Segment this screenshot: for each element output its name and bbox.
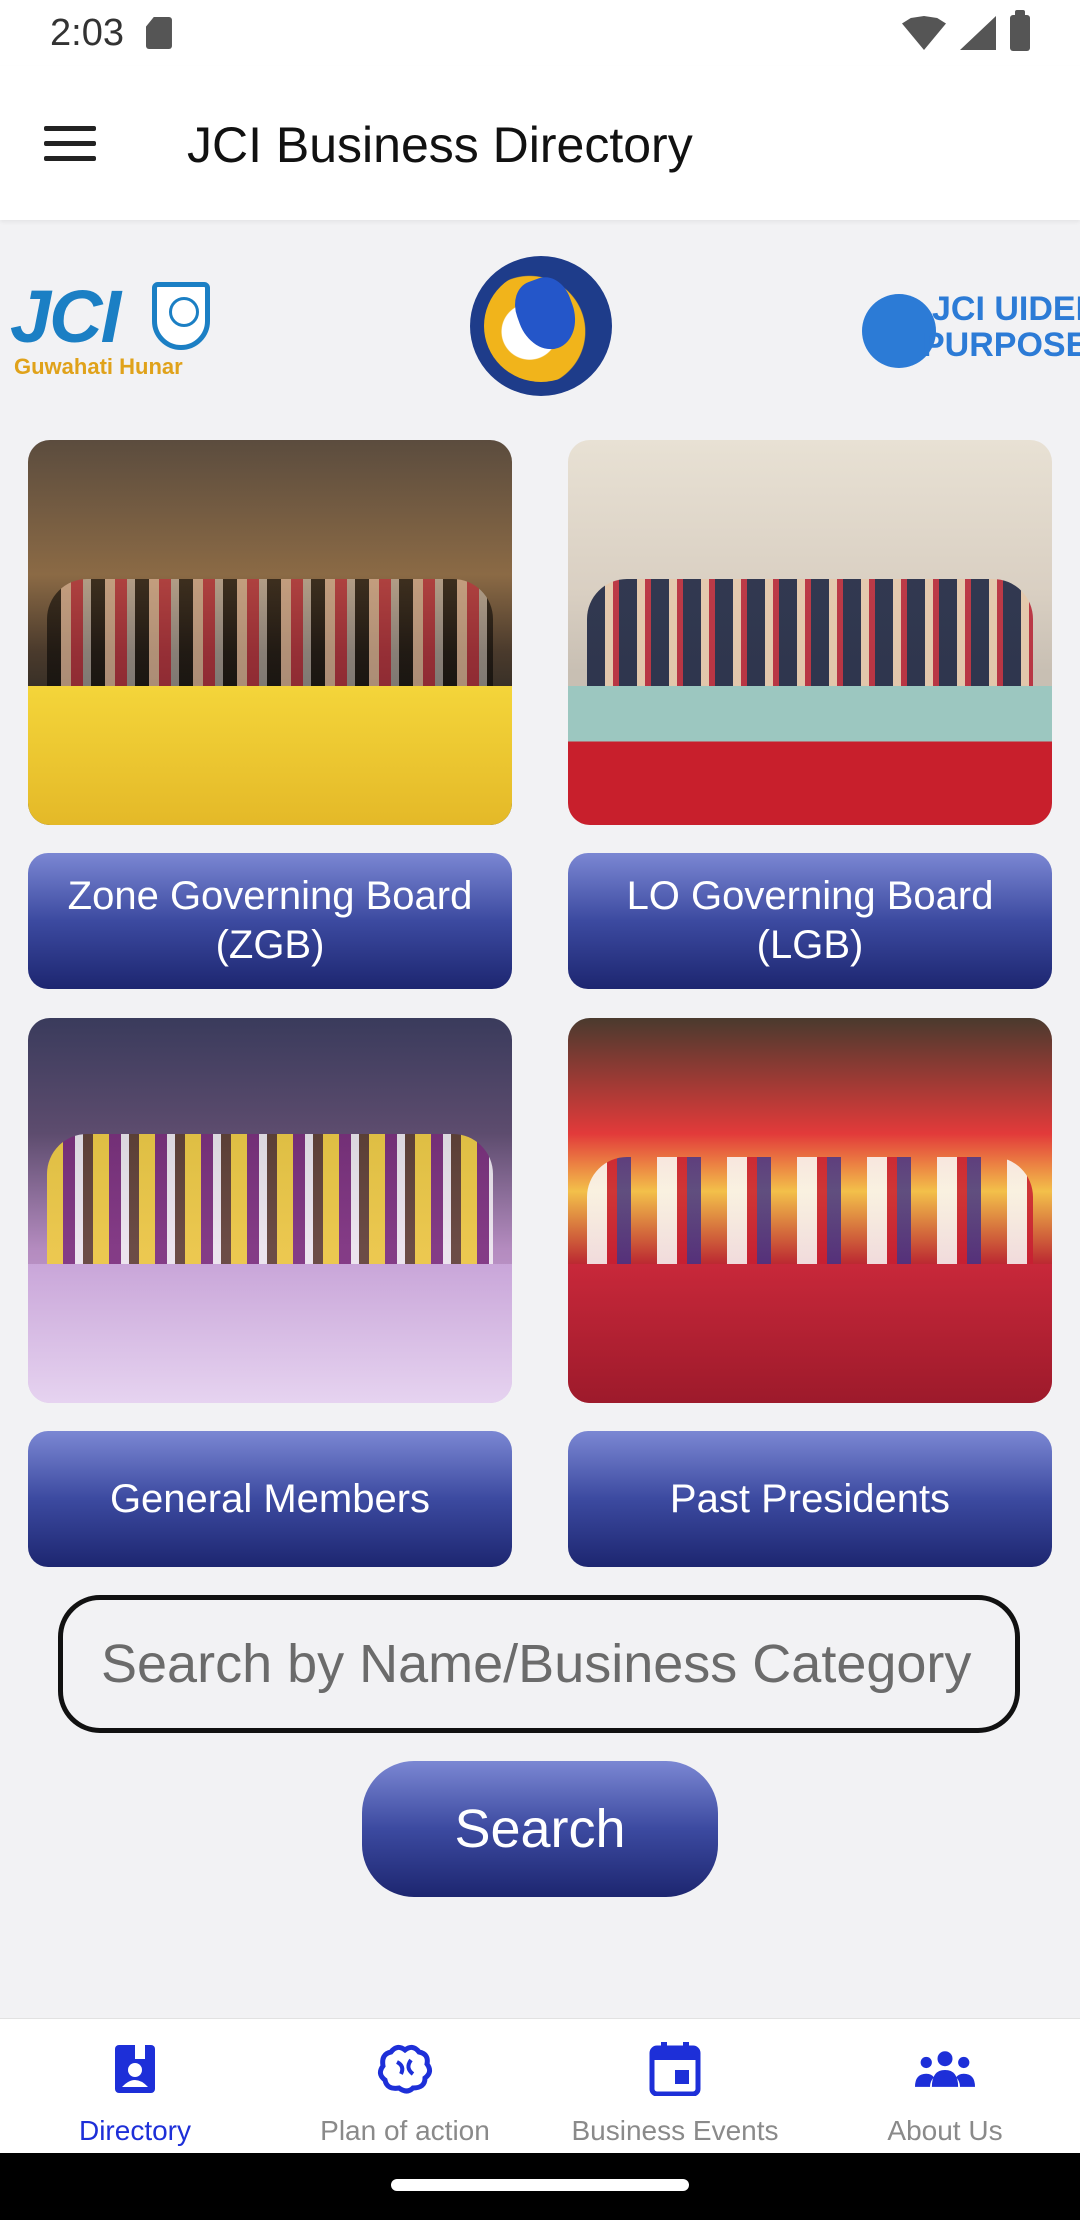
status-time-group: 2:03 xyxy=(50,12,172,55)
sd-card-icon xyxy=(145,17,172,49)
contact-book-icon xyxy=(105,2039,165,2099)
wifi-icon xyxy=(902,16,946,50)
zgb-photo[interactable] xyxy=(28,440,512,825)
lo-governing-board-button[interactable]: LO Governing Board (LGB) xyxy=(568,853,1052,989)
lgb-photo[interactable] xyxy=(568,440,1052,825)
brain-icon xyxy=(375,2039,435,2099)
group-people xyxy=(587,1156,1033,1280)
jci-logo-word: JCI xyxy=(10,275,121,358)
search-input[interactable] xyxy=(101,1633,977,1695)
jci-logo-subtitle: Guwahati Hunar xyxy=(14,354,183,379)
table-area xyxy=(28,686,512,825)
general-members-button[interactable]: General Members xyxy=(28,1431,512,1567)
nav-label-about-us: About Us xyxy=(887,2115,1003,2146)
floor-area xyxy=(28,1264,512,1403)
guided-by-purpose-logo: JCI UIDED·Y PURPOSE xyxy=(862,290,1080,370)
zone-governing-board-button[interactable]: Zone Governing Board (ZGB) xyxy=(28,853,512,989)
group-icon xyxy=(915,2039,975,2099)
status-bar: 2:03 xyxy=(0,0,1080,66)
cell-signal-icon xyxy=(960,16,996,50)
stage-area xyxy=(568,1264,1052,1403)
past-presidents-button[interactable]: Past Presidents xyxy=(568,1431,1052,1567)
past-presidents-photo[interactable] xyxy=(568,1018,1052,1403)
nav-item-plan-of-action[interactable]: Plan of action xyxy=(270,2019,540,2153)
status-time: 2:03 xyxy=(50,11,124,54)
nav-label-business-events: Business Events xyxy=(571,2115,779,2146)
together-we-care-emblem xyxy=(470,256,612,396)
jci-shield-icon xyxy=(152,282,210,350)
guided-by-purpose-line1: JCI UIDED·Y xyxy=(932,290,1080,328)
battery-icon xyxy=(1010,10,1030,51)
search-field-container xyxy=(58,1595,1020,1733)
group-people xyxy=(587,578,1033,702)
general-members-photo[interactable] xyxy=(28,1018,512,1403)
hamburger-menu-icon[interactable] xyxy=(44,126,96,162)
home-gesture-pill[interactable] xyxy=(391,2179,689,2191)
guided-by-purpose-line2: PURPOSE xyxy=(922,326,1080,364)
nav-item-business-events[interactable]: Business Events xyxy=(540,2019,810,2153)
page-title: JCI Business Directory xyxy=(187,117,693,173)
app-bar: JCI Business Directory xyxy=(0,66,1080,220)
system-navigation-bar xyxy=(0,2153,1080,2220)
nav-item-about-us[interactable]: About Us xyxy=(810,2019,1080,2153)
table-area xyxy=(568,686,1052,825)
bottom-navigation: Directory Plan of action Business Events xyxy=(0,2018,1080,2153)
nav-label-directory: Directory xyxy=(78,2115,191,2146)
search-button[interactable]: Search xyxy=(362,1761,718,1897)
logo-row: JCI Guwahati Hunar JCI UIDED·Y PURPOSE xyxy=(0,240,1080,410)
group-people xyxy=(47,578,493,702)
jci-guwahati-hunar-logo: JCI Guwahati Hunar xyxy=(10,280,220,380)
nav-label-plan-of-action: Plan of action xyxy=(320,2115,490,2146)
status-icons xyxy=(902,10,1030,51)
nav-item-directory[interactable]: Directory xyxy=(0,2019,270,2153)
calendar-icon xyxy=(645,2039,705,2099)
